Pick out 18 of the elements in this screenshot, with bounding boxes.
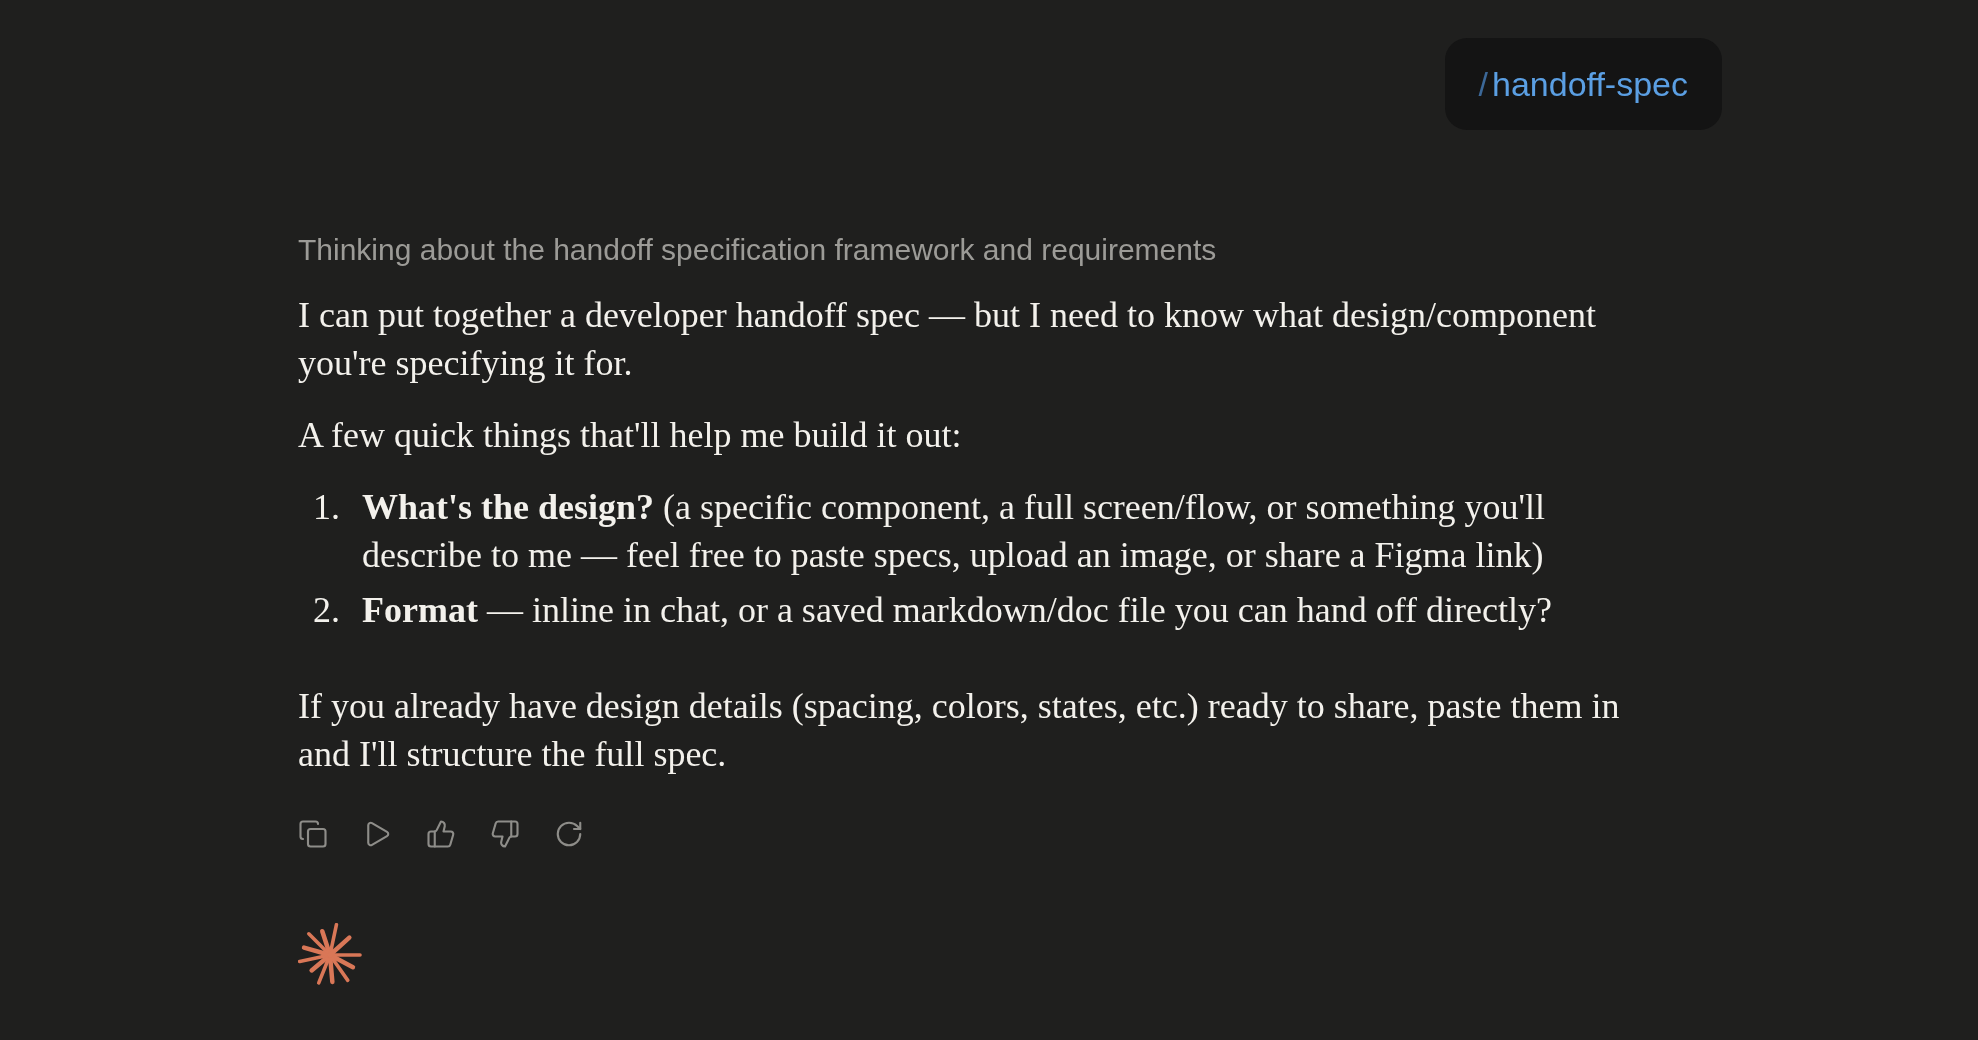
- thumbs-down-icon: [490, 819, 520, 849]
- list-number: 1.: [313, 486, 341, 529]
- copy-button[interactable]: [298, 819, 328, 849]
- list-item-text: Format — inline in chat, or a saved markdown/doc file you can hand off directly?: [362, 589, 1553, 632]
- list-number: 2.: [313, 589, 341, 632]
- thumbs-up-icon: [426, 819, 456, 849]
- copy-icon: [298, 819, 328, 849]
- thumbs-down-button[interactable]: [490, 819, 520, 849]
- response-paragraph: A few quick things that'll help me build it out:: [298, 414, 963, 457]
- thinking-summary[interactable]: Thinking about the handoff specification framework and requirements: [298, 233, 1217, 267]
- retry-button[interactable]: [554, 819, 584, 849]
- starburst-icon: [298, 923, 362, 987]
- slash-command: /handoff-spec: [1478, 64, 1688, 104]
- response-paragraph: I can put together a developer handoff spec — but I need to know what design/component you're specifying it for.: [298, 294, 1597, 385]
- retry-icon: [554, 819, 584, 849]
- thumbs-up-button[interactable]: [426, 819, 456, 849]
- response-paragraph: If you already have design details (spacing, colors, states, etc.) ready to share, paste them in and I'll structure the full spec.: [298, 685, 1621, 776]
- list-item-text: What's the design? (a specific component, a full screen/flow, or something you'll describe to me — feel free to paste specs, upload an image, or share a Figma link): [362, 486, 1546, 577]
